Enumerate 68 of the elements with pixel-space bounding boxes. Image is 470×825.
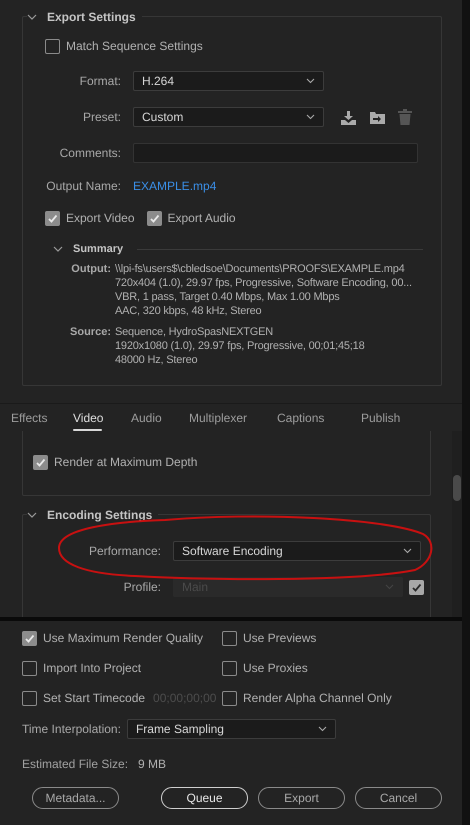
chevron-icon[interactable] <box>53 244 63 254</box>
tab[interactable]: Publish <box>361 404 421 432</box>
checkbox[interactable] <box>33 454 48 470</box>
checkbox-label: Export Video <box>66 210 134 227</box>
checkbox[interactable] <box>22 690 37 706</box>
time-interpolation-dropdown[interactable]: Frame Sampling <box>126 719 336 739</box>
field-label: Comments: <box>58 145 121 162</box>
checkbox[interactable] <box>222 630 237 646</box>
tab[interactable]: Effects <box>11 404 73 432</box>
scrollbar-thumb[interactable] <box>453 475 461 501</box>
checkbox[interactable] <box>146 210 162 226</box>
button[interactable]: Export <box>258 787 345 809</box>
field-label: Format: <box>78 73 121 90</box>
button[interactable]: Cancel <box>355 787 442 809</box>
checkbox-label: Set Start Timecode <box>43 690 146 707</box>
comments-field[interactable] <box>133 143 418 163</box>
field-label: Performance: <box>88 543 161 560</box>
section-title: Encoding Settings <box>47 507 152 524</box>
checkbox[interactable] <box>222 660 237 676</box>
preset-dropdown[interactable]: Custom <box>133 107 324 127</box>
checkbox[interactable] <box>22 660 37 676</box>
caret-icon <box>385 584 394 590</box>
summary-line: \\lpi-fs\users$\cbledsoe\Documents\PROOFS\EXAMPLE.mp4 <box>115 262 406 276</box>
caret-icon <box>306 78 315 84</box>
caret-icon <box>318 726 327 732</box>
section-title: Summary <box>73 242 124 257</box>
checkbox-label: Render at Maximum Depth <box>54 454 198 471</box>
chevron-icon[interactable] <box>27 12 37 22</box>
checkbox-label: Render Alpha Channel Only <box>243 690 392 707</box>
checkbox[interactable] <box>22 630 37 646</box>
checkbox-label: Use Proxies <box>243 660 308 677</box>
summary-line: 48000 Hz, Stereo <box>115 352 198 366</box>
chevron-icon[interactable] <box>27 510 37 520</box>
tab[interactable]: Video <box>73 404 131 432</box>
checkbox[interactable] <box>45 210 60 226</box>
file-size-value: 9 MB <box>138 756 166 773</box>
checkbox-label: Use Previews <box>243 630 316 647</box>
summary-line: AAC, 320 kbps, 48 kHz, Stereo <box>115 304 262 318</box>
summary-label: Output: <box>70 262 111 276</box>
field-label: Time Interpolation: <box>22 721 121 738</box>
format-dropdown[interactable]: H.264 <box>133 71 324 91</box>
checkbox-label: Match Sequence Settings <box>66 38 203 55</box>
field-label: Profile: <box>122 579 161 596</box>
checkbox[interactable] <box>222 690 237 706</box>
summary-line: VBR, 1 pass, Target 0.40 Mbps, Max 1.00 Mbps <box>115 290 341 304</box>
performance-dropdown[interactable]: Software Encoding <box>173 541 421 561</box>
folder-icon[interactable] <box>369 110 386 124</box>
tab[interactable]: Audio <box>131 404 189 432</box>
section-title: Export Settings <box>47 9 136 26</box>
field-label: Estimated File Size: <box>22 756 128 773</box>
field-label: Preset: <box>82 109 121 126</box>
summary-label: Source: <box>69 324 111 340</box>
button[interactable]: Queue <box>161 787 248 809</box>
tab[interactable]: Captions <box>277 404 361 432</box>
summary-line: Sequence, HydroSpasNEXTGEN <box>115 324 274 338</box>
tab[interactable]: Multiplexer <box>189 404 277 432</box>
checkbox[interactable] <box>45 38 60 54</box>
checkbox-label: Use Maximum Render Quality <box>43 630 204 647</box>
checkbox-label: Export Audio <box>168 210 236 227</box>
button[interactable]: Metadata... <box>32 787 119 809</box>
summary-line: 1920x1080 (1.0), 29.97 fps, Progressive, 00;01;45;18 <box>115 338 364 352</box>
download-icon[interactable] <box>340 110 357 124</box>
field-label: Output Name: <box>45 178 121 195</box>
checkbox-label: Import Into Project <box>43 660 142 677</box>
summary-line: 720x404 (1.0), 29.97 fps, Progressive, Software Encoding, 00... <box>115 276 412 290</box>
caret-icon <box>403 548 412 554</box>
output-name-link[interactable]: EXAMPLE.mp4 <box>133 177 216 195</box>
caret-icon <box>306 114 315 120</box>
